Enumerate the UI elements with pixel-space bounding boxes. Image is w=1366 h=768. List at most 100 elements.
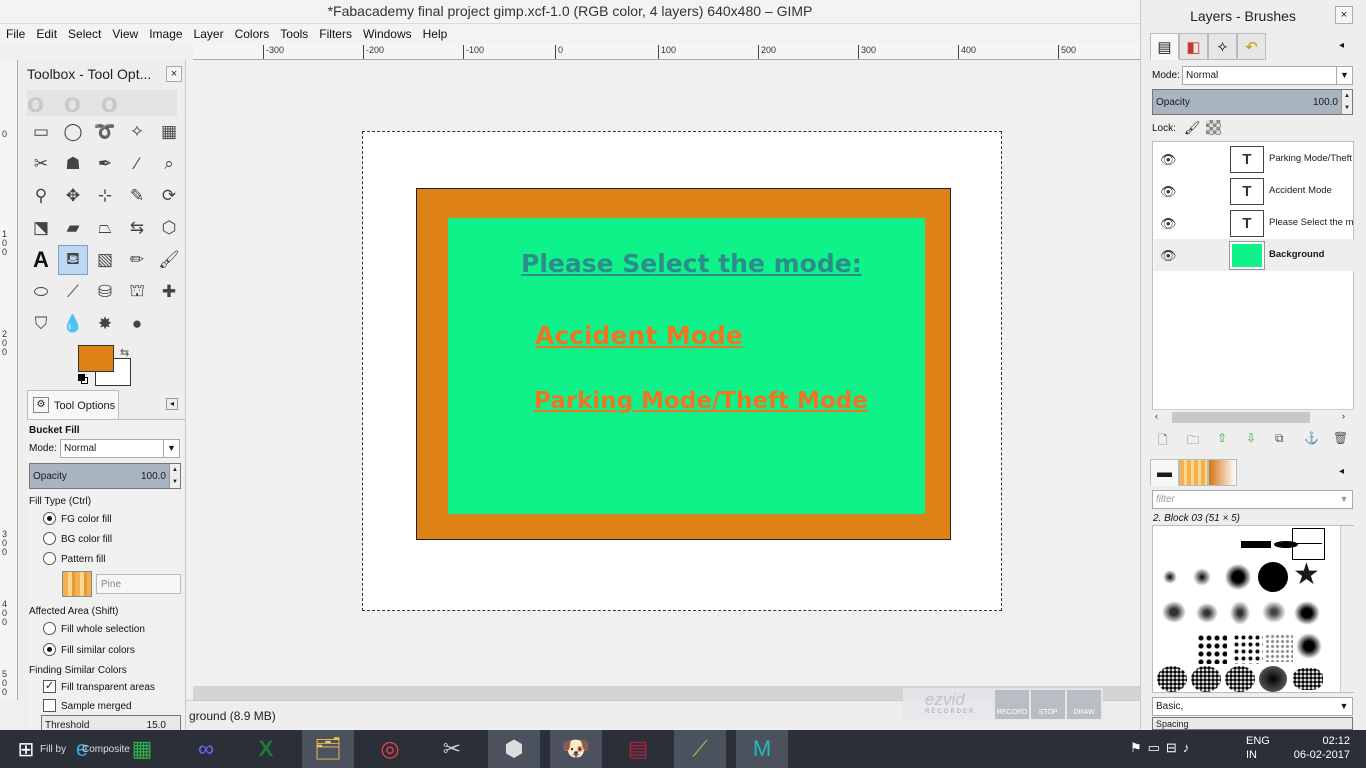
brush-scatter-1[interactable] <box>1197 634 1227 664</box>
brush-texture-3[interactable] <box>1225 666 1255 692</box>
sketch-app-icon[interactable]: ⟋ <box>674 730 726 768</box>
layer-row-selected[interactable]: 👁 Background <box>1154 239 1354 271</box>
brush-splatter-6[interactable] <box>1295 632 1323 660</box>
opacity-spinner[interactable]: ▲ ▼ <box>169 464 180 488</box>
clone-icon[interactable]: ⛉ <box>26 309 56 339</box>
tab-brushes[interactable]: ▬ <box>1150 459 1179 486</box>
brush-preset-select[interactable]: Basic, ▼ <box>1152 697 1353 716</box>
blend-icon[interactable]: ▧ <box>90 245 120 275</box>
select-by-color-icon[interactable]: ▦ <box>154 117 184 147</box>
fuzzy-select-icon[interactable]: ✧ <box>122 117 152 147</box>
layers-menu-icon[interactable]: ◂ <box>1339 40 1344 51</box>
ellipse-select-icon[interactable]: ◯ <box>58 117 88 147</box>
sample-merged-checkbox[interactable] <box>43 699 56 712</box>
duplicate-layer-icon[interactable]: ⧉ <box>1275 431 1284 446</box>
tab-tool-options[interactable]: ⚙ Tool Options <box>27 390 119 420</box>
bucket-fill-icon[interactable]: ⛾ <box>58 245 88 275</box>
layer-row[interactable]: 👁 T Parking Mode/Theft Mode <box>1154 143 1354 175</box>
fill-similar-colors-radio[interactable] <box>43 643 56 656</box>
tab-gradients[interactable] <box>1208 459 1237 486</box>
scroll-right-icon[interactable]: › <box>1342 411 1345 421</box>
blur-icon[interactable]: ● <box>122 309 152 339</box>
menu-filters[interactable]: Filters <box>313 24 357 41</box>
brush-hard-circle[interactable] <box>1258 562 1288 592</box>
menu-layer[interactable]: Layer <box>188 24 229 41</box>
mode-select[interactable]: Normal ▼ <box>60 439 180 458</box>
layers-opacity-slider[interactable]: Opacity 100.0 ▲ ▼ <box>1152 89 1353 115</box>
brush-fuzzy-large[interactable] <box>1225 564 1251 590</box>
language-indicator[interactable]: ENG IN <box>1246 734 1270 762</box>
smudge-icon[interactable]: 💧 <box>58 309 88 339</box>
paths-icon[interactable]: ✒ <box>90 149 120 179</box>
text-tool-icon[interactable]: A <box>26 245 56 275</box>
brush-fuzzy-medium[interactable] <box>1193 568 1211 586</box>
layers-horizontal-scrollbar[interactable]: ‹ › <box>1152 409 1354 425</box>
align-icon[interactable]: ⊹ <box>90 181 120 211</box>
shear-icon[interactable]: ▰ <box>58 213 88 243</box>
crop-icon[interactable]: ✎ <box>122 181 152 211</box>
tab-patterns[interactable] <box>1179 459 1208 486</box>
default-colors-icon[interactable] <box>78 374 88 384</box>
pattern-swatch[interactable] <box>62 571 92 597</box>
cage-transform-icon[interactable]: ⬡ <box>154 213 184 243</box>
color-picker-icon[interactable]: ⁄ <box>122 149 152 179</box>
rect-select-icon[interactable]: ▭ <box>26 117 56 147</box>
horizontal-ruler[interactable]: -300 -200 -100 0 100 200 300 400 500 600… <box>193 44 1276 60</box>
brush-scatter-3[interactable] <box>1265 634 1293 662</box>
brush-block-01[interactable] <box>1241 541 1271 548</box>
layers-mode-select[interactable]: Normal ▼ <box>1182 66 1353 85</box>
layer-row[interactable]: 👁 T Please Select the mode: <box>1154 207 1354 239</box>
eraser-icon[interactable]: ⬭ <box>26 277 56 307</box>
brush-splatter-1[interactable] <box>1161 600 1187 624</box>
delete-layer-icon[interactable]: 🗑 <box>1333 431 1348 445</box>
fill-type-pattern-radio[interactable] <box>43 552 56 565</box>
tab-layers[interactable]: ▤ <box>1150 33 1179 60</box>
brush-splatter-4[interactable] <box>1261 600 1287 624</box>
gimp-icon[interactable]: 🐶 <box>550 730 602 768</box>
rotate-icon[interactable]: ⟳ <box>154 181 184 211</box>
menu-tools[interactable]: Tools <box>274 24 313 41</box>
brush-grid-scrollbar[interactable] <box>1340 526 1354 692</box>
fill-by-value[interactable]: Composite <box>82 744 130 755</box>
tab-undo[interactable]: ↶ <box>1237 33 1266 60</box>
maya-icon[interactable]: M <box>736 730 788 768</box>
brush-splatter-3[interactable] <box>1229 600 1251 626</box>
chrome-icon[interactable]: ◎ <box>364 730 416 768</box>
paint-tool-icon[interactable]: ✂ <box>426 730 478 768</box>
foreground-color-swatch[interactable] <box>78 345 114 372</box>
excel-icon[interactable]: X <box>240 730 292 768</box>
paintbrush-icon[interactable]: 🖌 <box>154 245 184 275</box>
lock-alpha-icon[interactable] <box>1206 120 1221 135</box>
dodge-burn-icon[interactable]: ✸ <box>90 309 120 339</box>
measure-icon[interactable]: ⚲ <box>26 181 56 211</box>
eye-icon[interactable]: 👁 <box>1160 184 1177 200</box>
tab-paths[interactable]: ⟡ <box>1208 33 1237 60</box>
scale-icon[interactable]: ⬔ <box>26 213 56 243</box>
brushes-menu-icon[interactable]: ◂ <box>1339 466 1344 477</box>
opacity-slider[interactable]: Opacity 100.0 ▲ ▼ <box>29 463 181 489</box>
tab-channels[interactable]: ◧ <box>1179 33 1208 60</box>
menu-view[interactable]: View <box>106 24 143 41</box>
brush-splatter-5[interactable] <box>1293 600 1321 626</box>
brush-fuzzy-small[interactable] <box>1163 570 1177 584</box>
tool-options-menu-icon[interactable]: ◂ <box>166 398 178 410</box>
brush-filter-input[interactable]: filter ▼ <box>1152 490 1353 509</box>
brush-scatter-2[interactable] <box>1233 634 1263 664</box>
airbrush-icon[interactable]: ⟋ <box>58 277 88 307</box>
brush-spacing-slider[interactable]: Spacing <box>1152 717 1353 730</box>
eye-icon[interactable]: 👁 <box>1160 248 1177 264</box>
fill-type-fg-radio[interactable] <box>43 512 56 525</box>
menu-select[interactable]: Select <box>62 24 106 41</box>
eye-icon[interactable]: 👁 <box>1160 216 1177 232</box>
heal-icon[interactable]: ✚ <box>154 277 184 307</box>
toolbox-close-button[interactable]: × <box>166 66 182 82</box>
lock-pixels-icon[interactable]: 🖌 <box>1184 120 1201 136</box>
layers-list[interactable]: 👁 T Parking Mode/Theft Mode 👁 T Accident… <box>1152 141 1354 425</box>
fill-transparent-checkbox[interactable]: ✓ <box>43 680 56 693</box>
pattern-name-field[interactable]: Pine <box>96 574 181 594</box>
ink-icon[interactable]: ⛁ <box>90 277 120 307</box>
brush-texture-1[interactable] <box>1157 666 1187 692</box>
fill-whole-selection-radio[interactable] <box>43 622 56 635</box>
brush-splatter-2[interactable] <box>1195 602 1219 624</box>
move-icon[interactable]: ✥ <box>58 181 88 211</box>
